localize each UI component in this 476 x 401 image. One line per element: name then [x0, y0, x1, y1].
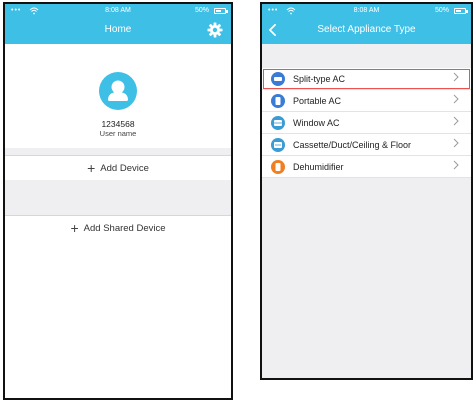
appliance-label: Split-type AC	[293, 73, 346, 84]
add-device-button[interactable]: + Add Device	[5, 155, 231, 181]
empty-area	[262, 179, 471, 378]
user-id: 1234568	[101, 119, 135, 129]
appliance-label: Dehumidifier	[293, 161, 344, 172]
avatar[interactable]	[99, 72, 137, 110]
chevron-right-icon	[453, 160, 463, 173]
user-profile: 1234568 User name	[5, 44, 231, 148]
appliance-label: Portable AC	[293, 95, 342, 106]
appliance-list: Split-type AC Portable AC Window AC Cassett…	[262, 68, 471, 178]
appliance-item[interactable]: Split-type AC	[262, 68, 471, 90]
empty-area	[5, 240, 231, 398]
appliance-label: Window AC	[293, 117, 340, 128]
battery-icon	[454, 8, 466, 14]
battery-percent: 50%	[434, 7, 449, 14]
settings-gear-icon[interactable]	[207, 22, 223, 38]
add-device-label: Add Device	[100, 162, 149, 174]
chevron-right-icon	[453, 72, 463, 85]
status-bar: ••• 8:08 AM 50%	[262, 4, 471, 18]
appliance-item[interactable]: Dehumidifier	[262, 156, 471, 178]
select-appliance-screen: ••• 8:08 AM 50% Select Appliance Type Sp…	[260, 2, 473, 380]
chevron-right-icon	[453, 116, 463, 129]
appliance-item[interactable]: Cassette/Duct/Ceiling & Floor	[262, 134, 471, 156]
chevron-right-icon	[453, 138, 463, 151]
dehumidifier-icon	[271, 159, 285, 174]
appliance-item[interactable]: Portable AC	[262, 90, 471, 112]
status-bar: ••• 8:08 AM 50%	[5, 4, 231, 18]
split-ac-icon	[271, 71, 285, 86]
page-title: Home	[104, 24, 132, 35]
plus-icon: +	[70, 220, 79, 236]
home-screen: ••• 8:08 AM 50% Home 1234568 User name +…	[3, 2, 233, 400]
user-name: User name	[99, 129, 137, 138]
nav-bar: Select Appliance Type	[262, 18, 471, 44]
add-shared-device-label: Add Shared Device	[83, 222, 166, 234]
portable-ac-icon	[271, 93, 285, 108]
cassette-ac-icon	[271, 137, 285, 152]
window-ac-icon	[271, 115, 285, 130]
nav-bar: Home	[5, 18, 231, 44]
battery-icon	[214, 8, 226, 14]
appliance-label: Cassette/Duct/Ceiling & Floor	[293, 139, 412, 150]
plus-icon: +	[87, 160, 96, 176]
user-icon	[108, 80, 128, 101]
chevron-right-icon	[453, 94, 463, 107]
battery-percent: 50%	[194, 7, 209, 14]
page-title: Select Appliance Type	[317, 24, 416, 35]
appliance-item[interactable]: Window AC	[262, 112, 471, 134]
add-shared-device-button[interactable]: + Add Shared Device	[5, 215, 231, 241]
